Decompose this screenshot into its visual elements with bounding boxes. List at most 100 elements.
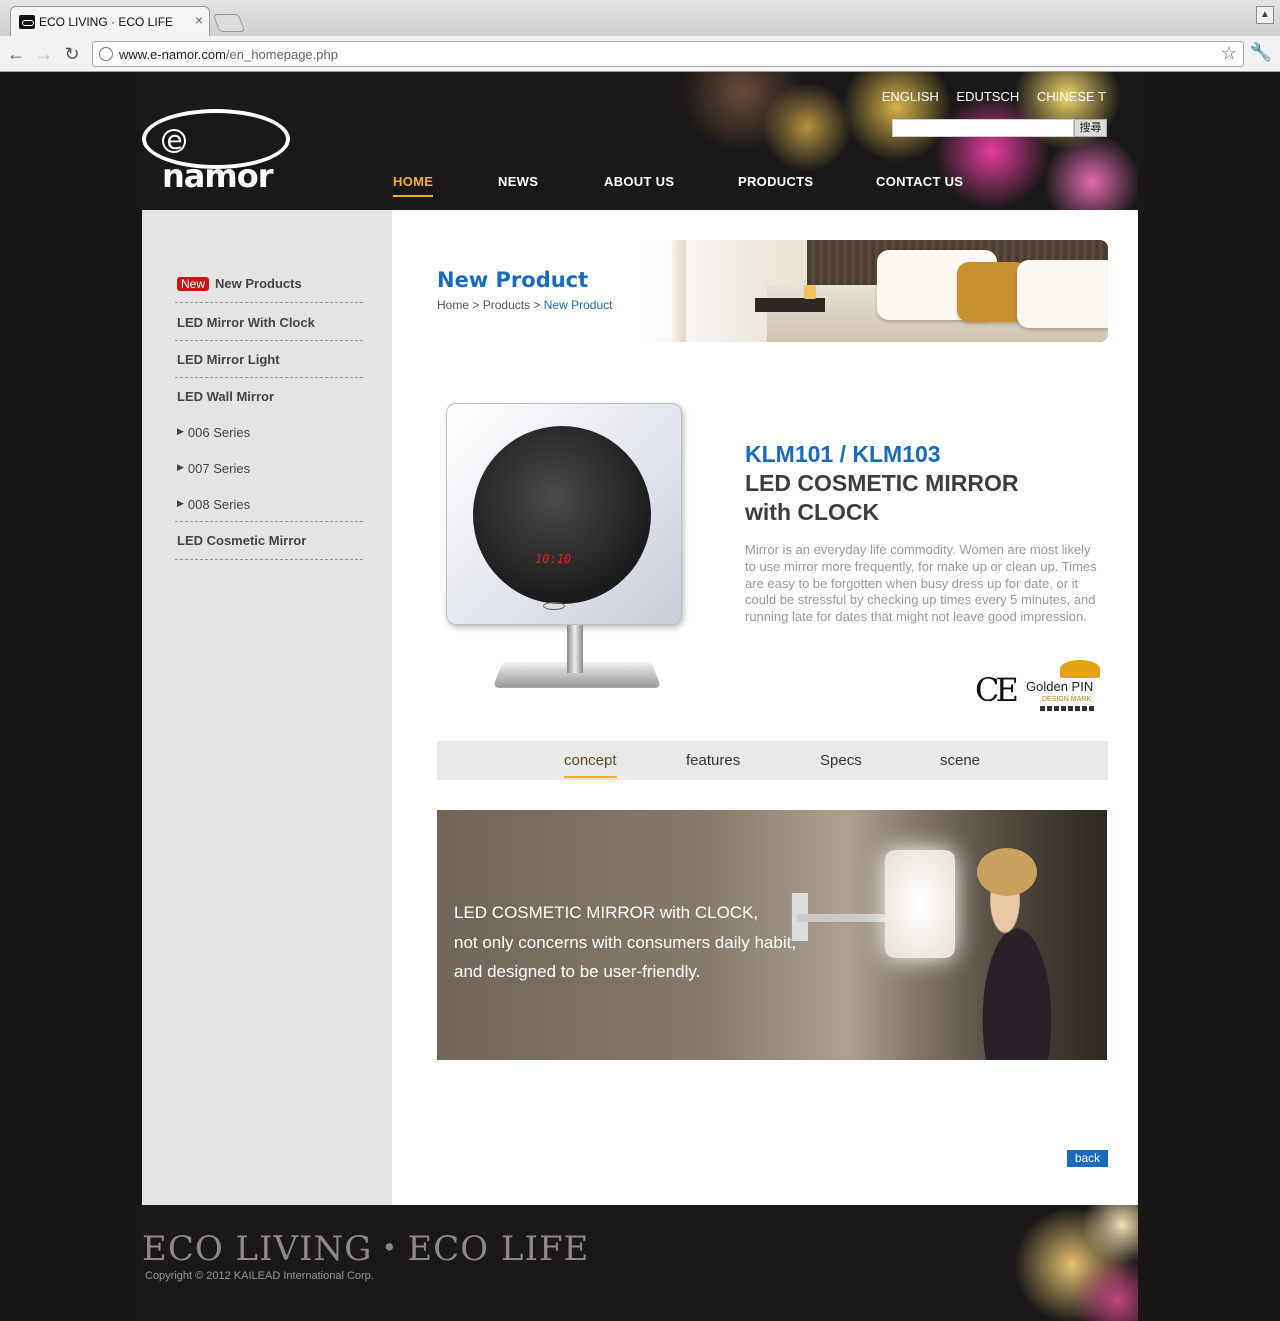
favicon-icon: [19, 15, 35, 29]
site-footer: ECO LIVING・ECO LIFE Copyright © 2012 KAI…: [142, 1205, 1138, 1321]
main-content: New Product Home > Products > New Produc…: [392, 210, 1138, 1205]
nav-news[interactable]: NEWS: [498, 174, 538, 189]
triangle-right-icon: ▶: [177, 498, 184, 508]
triangle-right-icon: ▶: [177, 426, 184, 436]
tab-specs[interactable]: Specs: [820, 752, 862, 769]
bookmark-star-icon[interactable]: ☆: [1221, 43, 1237, 64]
enamor-logo[interactable]: enamor: [142, 109, 290, 192]
tab-scene[interactable]: scene: [940, 752, 980, 769]
sidebar-item-label: LED Wall Mirror: [177, 389, 275, 404]
nav-home[interactable]: HOME: [393, 174, 434, 197]
back-arrow-icon[interactable]: ←: [4, 42, 28, 66]
sidebar-subitem-008[interactable]: ▶ 008 Series: [177, 497, 250, 512]
mirror-stem: [567, 625, 583, 673]
close-tab-icon[interactable]: ×: [195, 13, 203, 27]
sidebar-item-led-mirror-with-clock[interactable]: LED Mirror With Clock: [175, 304, 363, 341]
sidebar-subitem-006[interactable]: ▶ 006 Series: [177, 425, 250, 440]
search-button[interactable]: 搜尋: [1074, 119, 1107, 137]
sidebar: New New Products LED Mirror With Clock LE…: [142, 210, 392, 1205]
product-model: KLM101 / KLM103: [745, 441, 941, 467]
breadcrumb-products[interactable]: Products: [483, 298, 530, 312]
address-bar[interactable]: www.e-namor.com/en_homepage.php ☆: [92, 41, 1244, 67]
breadcrumb: Home > Products > New Product: [437, 298, 612, 312]
sidebar-subitem-label: 008 Series: [187, 497, 251, 512]
concept-scene-image: LED COSMETIC MIRROR with CLOCK, not only…: [437, 810, 1107, 1060]
new-badge: New: [177, 277, 210, 291]
award-name: Golden PIN: [1026, 679, 1094, 694]
sidebar-item-label: New Products: [215, 276, 302, 291]
new-tab-button[interactable]: [212, 14, 246, 32]
product-description: Mirror is an everyday life commodity. Wo…: [745, 542, 1097, 625]
forward-arrow-icon[interactable]: →: [32, 42, 56, 66]
copyright-text: Copyright © 2012 KAILEAD International C…: [145, 1270, 374, 1282]
scene-caption-line: LED COSMETIC MIRROR with CLOCK,: [454, 903, 759, 922]
browser-toolbar: ← → ↻ www.e-namor.com/en_homepage.php ☆ …: [0, 36, 1280, 72]
woman-hair: [977, 848, 1037, 896]
award-subtitle: DESIGN MARK: [1042, 696, 1092, 703]
url-text: www.e-namor.com/en_homepage.php: [119, 47, 338, 62]
window-control-icon[interactable]: ▲: [1256, 6, 1274, 24]
mirror-face: [473, 426, 651, 604]
product-tabs: concept features Specs scene: [437, 741, 1108, 780]
golden-pin-icon: [1060, 660, 1100, 678]
reload-icon[interactable]: ↻: [60, 42, 84, 66]
tab-concept[interactable]: concept: [564, 752, 617, 778]
breadcrumb-home[interactable]: Home: [437, 298, 469, 312]
golden-pin-award-logo: Golden PIN DESIGN MARK: [1026, 660, 1106, 715]
triangle-right-icon: ▶: [177, 462, 184, 472]
lang-deutsch[interactable]: EDUTSCH: [956, 89, 1019, 104]
nav-contact-us[interactable]: CONTACT US: [876, 174, 963, 189]
tab-title: ECO LIVING · ECO LIFE: [39, 15, 174, 29]
back-button[interactable]: back: [1067, 1150, 1108, 1167]
main-nav: HOME NEWS ABOUT US PRODUCTS CONTACT US: [142, 174, 1138, 204]
sidebar-item-led-mirror-light[interactable]: LED Mirror Light: [175, 341, 363, 378]
lamp-image: [672, 240, 686, 342]
sidebar-subitem-label: 007 Series: [187, 461, 251, 476]
breadcrumb-separator: >: [472, 298, 480, 312]
breadcrumb-separator: >: [533, 298, 541, 312]
scene-caption-line: and designed to be user-friendly.: [454, 962, 701, 981]
url-host: www.e-namor.com: [119, 47, 226, 62]
globe-icon: [99, 47, 113, 61]
page-title: New Product: [437, 268, 589, 292]
breadcrumb-current: New Product: [543, 298, 613, 312]
browser-tab-strip: ECO LIVING · ECO LIFE × ▲: [0, 0, 1280, 36]
mirror-arm: [797, 914, 887, 922]
sidebar-item-label: LED Mirror With Clock: [177, 315, 315, 330]
search-input[interactable]: [892, 119, 1074, 137]
browser-tab[interactable]: ECO LIVING · ECO LIFE ×: [10, 6, 210, 36]
scene-caption-line: not only concerns with consumers daily h…: [454, 932, 797, 952]
pillow-image: [1017, 260, 1108, 328]
wrench-icon[interactable]: 🔧: [1250, 42, 1272, 63]
product-name: LED COSMETIC MIRROR with CLOCK: [745, 469, 1085, 527]
logo-e: e: [162, 128, 186, 154]
clock-display: 10:10: [535, 552, 572, 566]
product-name-line1: LED COSMETIC MIRROR: [745, 470, 1019, 496]
sidebar-item-label: LED Cosmetic Mirror: [177, 533, 307, 548]
site-header: enamor ENGLISH EDUTSCH CHINESE T 搜尋 HOME…: [142, 72, 1138, 210]
sidebar-item-led-cosmetic-mirror[interactable]: LED Cosmetic Mirror: [175, 523, 363, 560]
sidebar-item-led-wall-mirror[interactable]: LED Wall Mirror: [175, 378, 363, 415]
mirror-logo: [543, 602, 565, 610]
sidebar-item-label: LED Mirror Light: [177, 352, 280, 367]
ce-mark-icon: CE: [975, 671, 1019, 709]
nightstand-image: [755, 298, 825, 312]
sidebar-item-new-products[interactable]: New New Products: [175, 266, 363, 303]
tab-features[interactable]: features: [686, 752, 740, 769]
nav-about-us[interactable]: ABOUT US: [604, 174, 674, 189]
award-chinese-text: [1040, 706, 1094, 711]
lang-english[interactable]: ENGLISH: [882, 89, 939, 104]
mirror-frame: 10:10: [446, 403, 682, 625]
footer-slogan: ECO LIVING・ECO LIFE: [142, 1229, 590, 1269]
bokeh-light: [762, 82, 852, 172]
lit-mirror: [885, 850, 955, 958]
page-banner: New Product Home > Products > New Produc…: [437, 240, 1108, 342]
nav-products[interactable]: PRODUCTS: [738, 174, 813, 189]
product-image: 10:10: [446, 403, 682, 693]
divider: [175, 521, 363, 522]
candle-image: [804, 285, 816, 299]
sidebar-subitem-label: 006 Series: [187, 425, 251, 440]
lang-chinese[interactable]: CHINESE T: [1037, 89, 1106, 104]
scene-caption: LED COSMETIC MIRROR with CLOCK, not only…: [454, 898, 796, 987]
sidebar-subitem-007[interactable]: ▶ 007 Series: [177, 461, 250, 476]
